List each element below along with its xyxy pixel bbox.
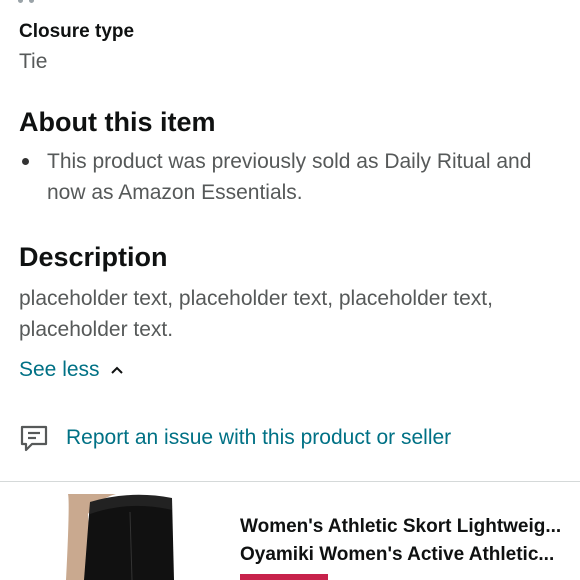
chevron-up-icon — [110, 366, 123, 374]
see-less-button[interactable]: See less — [19, 358, 124, 382]
about-item-heading: About this item — [19, 107, 216, 137]
report-issue-link[interactable]: Report an issue with this product or sel… — [19, 423, 451, 453]
previous-content-fragment — [18, 0, 44, 4]
feedback-icon — [20, 425, 48, 452]
related-product-title[interactable]: Oyamiki Women's Active Athletic... — [240, 544, 578, 566]
description-heading: Description — [19, 242, 168, 272]
product-thumbnail[interactable] — [60, 494, 180, 580]
related-product-title[interactable]: Women's Athletic Skort Lightweig... — [240, 516, 578, 538]
deal-badge — [240, 574, 328, 580]
closure-type-value: Tie — [19, 50, 48, 73]
see-less-label: See less — [19, 358, 100, 381]
about-bullet-text: This product was previously sold as Dail… — [47, 150, 532, 204]
description-text: placeholder text, placeholder text, plac… — [19, 287, 493, 341]
bullet-dot-icon — [22, 158, 29, 165]
report-issue-label: Report an issue with this product or sel… — [66, 426, 452, 449]
closure-type-label: Closure type — [19, 21, 135, 42]
section-divider — [0, 481, 580, 482]
